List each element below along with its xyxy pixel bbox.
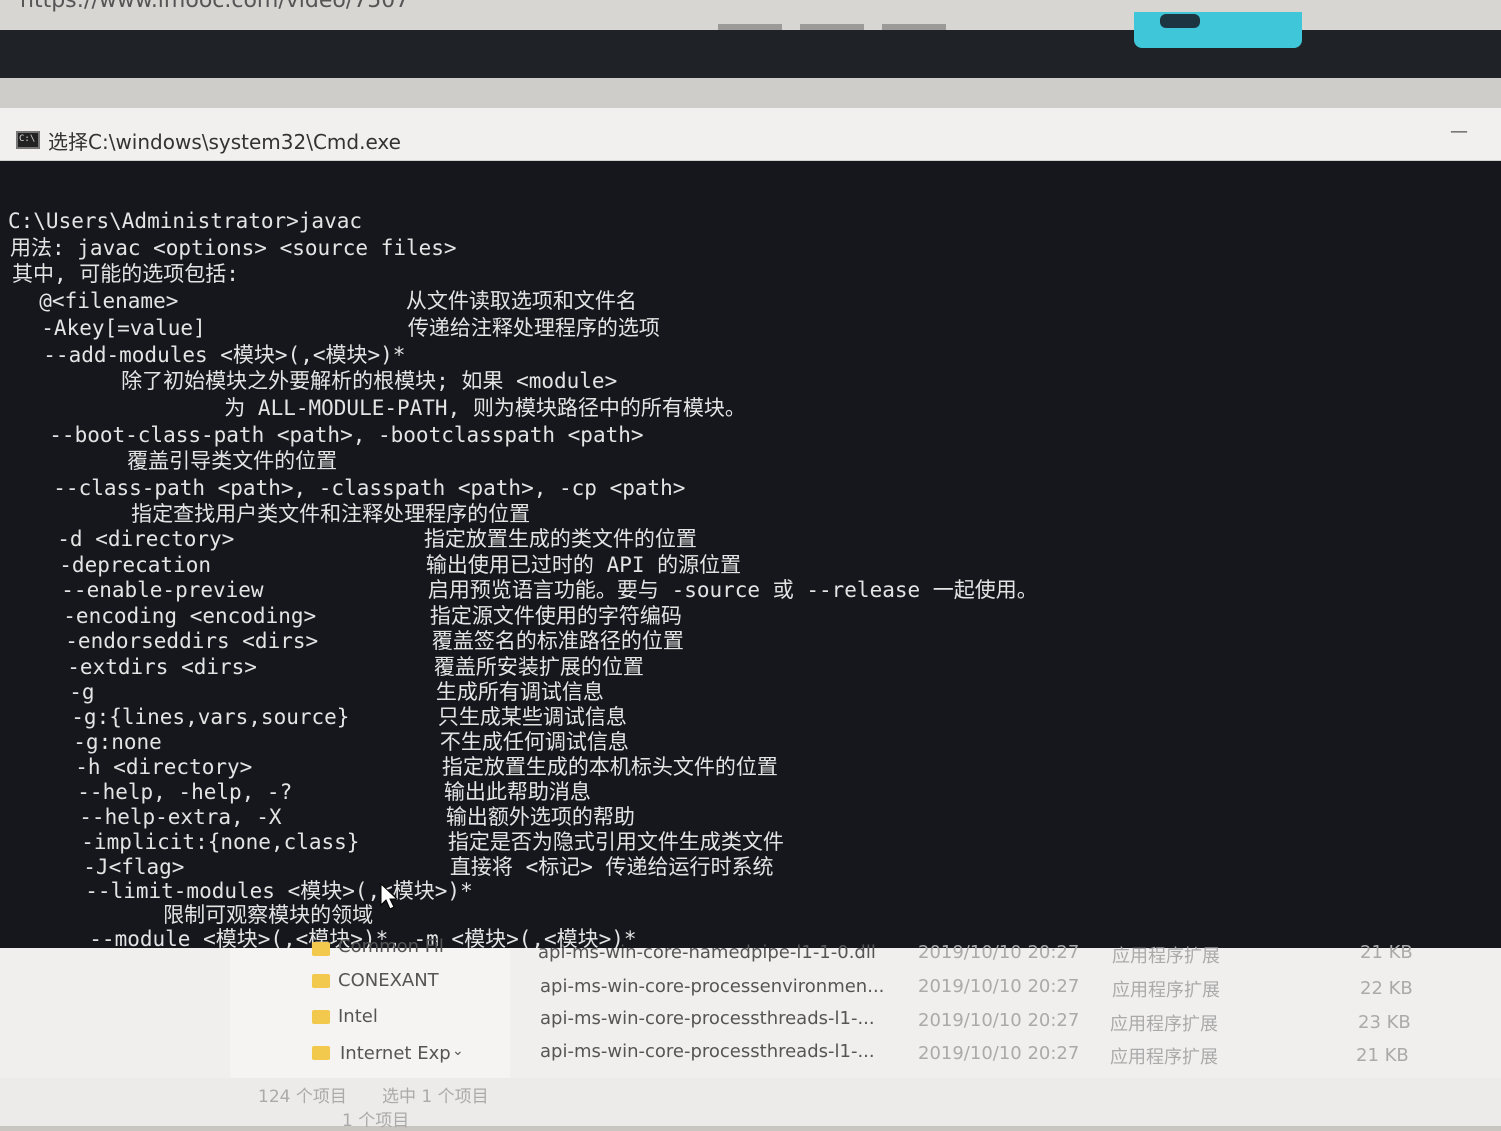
cmd-app-icon: [16, 131, 40, 149]
video-thumbnail[interactable]: [1134, 12, 1302, 48]
cmd-titlebar[interactable]: 选择C:\windows\system32\Cmd.exe —: [0, 108, 1501, 161]
console-line: -endorseddirs <dirs> 覆盖签名的标准路径的位置: [40, 629, 684, 653]
console-line: 限制可观察模块的领域: [62, 903, 374, 927]
console-line: -J<flag> 直接将 <标记> 传递给运行时系统: [58, 855, 774, 879]
console-line: 覆盖引导类文件的位置: [26, 449, 338, 473]
file-name[interactable]: api-ms-win-core-processthreads-l1-...: [540, 1008, 875, 1029]
file-size: 21 KB: [1356, 1045, 1409, 1066]
file-size: 23 KB: [1358, 1012, 1411, 1033]
nav-folder-item[interactable]: Intel: [338, 1006, 378, 1027]
console-line: -h <directory> 指定放置生成的本机标头文件的位置: [50, 755, 778, 779]
status-bar: 124 个项目 选中 1 个项目 1 个项目: [0, 1078, 1501, 1131]
mouse-cursor-icon: [380, 883, 399, 910]
window-title: 选择C:\windows\system32\Cmd.exe: [48, 130, 401, 154]
folder-icon: [312, 1010, 330, 1024]
status-selected-count: 选中 1 个项目: [382, 1087, 489, 1107]
console-line: --enable-preview 启用预览语言功能。要与 -source 或 -…: [36, 578, 1038, 602]
console-line: 为 ALL-MODULE-PATH, 则为模块路径中的所有模块。: [22, 396, 746, 420]
console-line: 除了初始模块之外要解析的根模块; 如果 <module>: [20, 369, 618, 393]
nav-folder-item[interactable]: Common Fil: [338, 936, 444, 957]
console-line: --help-extra, -X 输出额外选项的帮助: [54, 805, 635, 829]
console-line: 其中, 可能的选项包括:: [12, 262, 239, 286]
file-date: 2019/10/10 20:27: [918, 976, 1080, 997]
file-name[interactable]: api-ms-win-core-namedpipe-l1-1-0.dll: [538, 942, 876, 963]
console-line: -implicit:{none,class} 指定是否为隐式引用文件生成类文件: [56, 830, 784, 854]
file-date: 2019/10/10 20:27: [918, 1043, 1080, 1064]
console-line: --limit-modules <模块>(,<模块>)*: [60, 879, 473, 903]
file-date: 2019/10/10 20:27: [918, 942, 1080, 963]
console-line: --add-modules <模块>(,<模块>)*: [18, 343, 406, 367]
nav-folder-item[interactable]: Internet Exp: [340, 1043, 451, 1064]
console-line: @<filename> 从文件读取选项和文件名: [14, 289, 637, 313]
folder-icon: [312, 942, 330, 956]
console-line: -g 生成所有调试信息: [44, 680, 604, 704]
browser-url-bar[interactable]: https://www.imooc.com/video/7507: [20, 0, 409, 13]
file-name[interactable]: api-ms-win-core-processthreads-l1-...: [540, 1041, 875, 1062]
console-line: C:\Users\Administrator>javac: [8, 209, 363, 233]
file-type: 应用程序扩展: [1112, 946, 1220, 967]
file-size: 21 KB: [1360, 942, 1413, 963]
console-line: -deprecation 输出使用已过时的 API 的源位置: [34, 553, 742, 577]
file-size: 22 KB: [1360, 978, 1413, 999]
chevron-down-icon[interactable]: ⌄: [452, 1043, 464, 1059]
console-line: -d <directory> 指定放置生成的类文件的位置: [32, 527, 697, 551]
console-line: -encoding <encoding> 指定源文件使用的字符编码: [38, 604, 682, 628]
console-line: --boot-class-path <path>, -bootclasspath…: [24, 423, 644, 447]
desktop-gap: [0, 78, 1501, 108]
file-type: 应用程序扩展: [1110, 1014, 1218, 1035]
console-line: -extdirs <dirs> 覆盖所安装扩展的位置: [42, 655, 644, 679]
console-line: -g:none 不生成任何调试信息: [48, 730, 629, 754]
file-type: 应用程序扩展: [1112, 980, 1220, 1001]
folder-icon: [312, 1046, 330, 1060]
folder-icon: [312, 974, 330, 988]
file-type: 应用程序扩展: [1110, 1047, 1218, 1068]
status-item-count-secondary: 1 个项目: [342, 1111, 410, 1131]
console-output[interactable]: C:\Users\Administrator>javac 用法: javac <…: [0, 161, 1501, 948]
file-name[interactable]: api-ms-win-core-processenvironmen...: [540, 976, 884, 997]
minimize-button[interactable]: —: [1446, 122, 1472, 142]
status-item-count: 124 个项目: [258, 1087, 347, 1107]
file-date: 2019/10/10 20:27: [918, 1010, 1080, 1031]
console-line: --help, -help, -? 输出此帮助消息: [52, 780, 591, 804]
nav-folder-item[interactable]: CONEXANT: [338, 970, 439, 991]
console-line: 用法: javac <options> <source files>: [10, 236, 457, 260]
console-line: -g:{lines,vars,source} 只生成某些调试信息: [46, 705, 627, 729]
console-line: --class-path <path>, -classpath <path>, …: [28, 476, 686, 500]
cmd-window[interactable]: 选择C:\windows\system32\Cmd.exe — C:\Users…: [0, 108, 1501, 948]
console-line: 指定查找用户类文件和注释处理程序的位置: [30, 502, 531, 526]
thumbnail-figure-icon: [1160, 14, 1200, 28]
file-explorer-window[interactable]: Common Fil CONEXANT Intel Internet Exp ⌄…: [0, 936, 1501, 1131]
console-line: -Akey[=value] 传递给注释处理程序的选项: [16, 316, 660, 340]
